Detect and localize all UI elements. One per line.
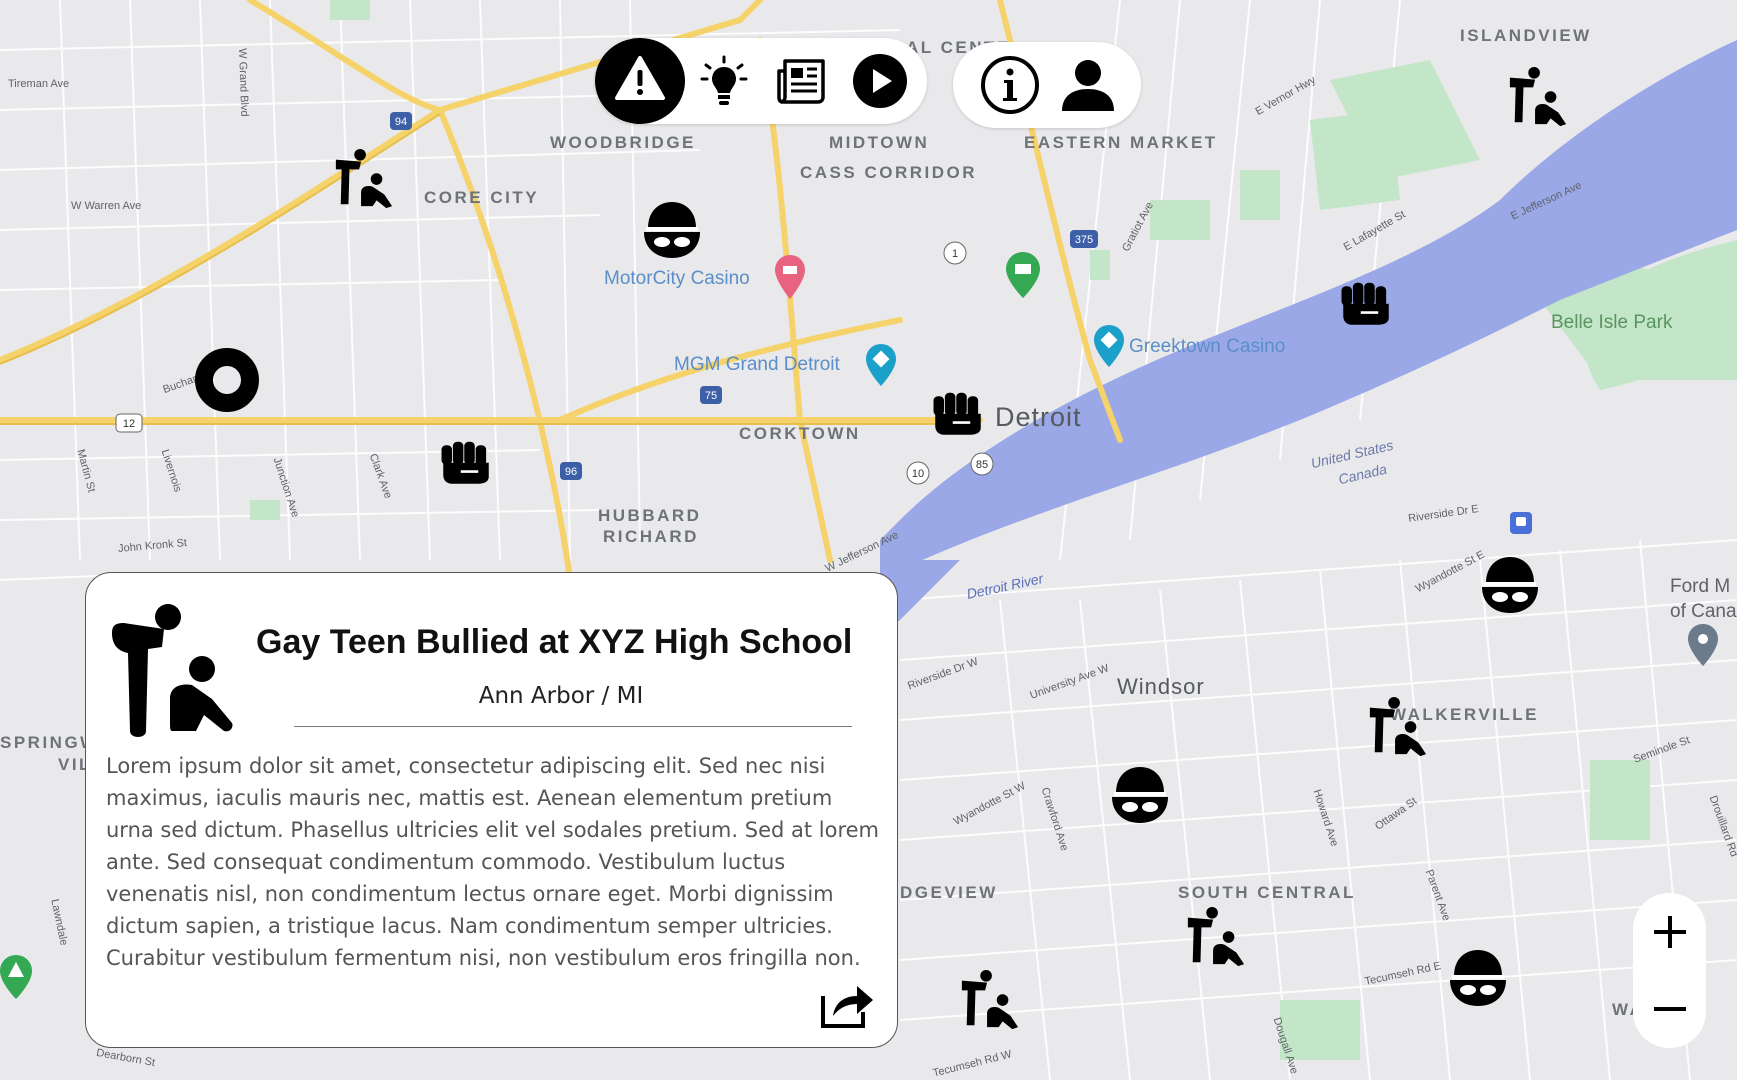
plus-icon [1653, 915, 1686, 948]
hotel-pin-icon[interactable] [775, 255, 805, 299]
ideas-button[interactable] [685, 42, 763, 120]
thief-icon[interactable] [640, 198, 704, 262]
fist-icon[interactable] [1338, 274, 1394, 330]
play-button[interactable] [841, 42, 919, 120]
place-pin-icon[interactable] [1688, 624, 1718, 666]
minus-icon [1653, 1007, 1686, 1012]
zoom-controls [1633, 893, 1706, 1048]
assault-icon[interactable] [1366, 696, 1428, 758]
svg-text:96: 96 [565, 466, 577, 478]
info-button[interactable] [971, 46, 1049, 124]
assault-icon[interactable] [332, 148, 394, 210]
play-icon [853, 54, 907, 108]
assault-icon[interactable] [1506, 66, 1568, 128]
incident-description: Lorem ipsum dolor sit amet, consectetur … [106, 754, 880, 970]
incident-card: Gay Teen Bullied at XYZ High School Ann … [85, 572, 898, 1048]
thief-icon[interactable] [1108, 763, 1172, 827]
share-icon[interactable] [819, 978, 875, 1030]
location-ring-icon[interactable] [195, 348, 259, 412]
profile-button[interactable] [1049, 46, 1127, 124]
alert-button[interactable] [595, 38, 685, 124]
news-button[interactable] [763, 42, 841, 120]
zoom-out-button[interactable] [1640, 979, 1700, 1039]
park-pin-icon[interactable] [0, 955, 32, 999]
svg-text:12: 12 [123, 418, 135, 430]
thief-icon[interactable] [1446, 946, 1510, 1010]
zoom-in-button[interactable] [1640, 902, 1700, 962]
fist-icon[interactable] [930, 384, 986, 440]
casino-pin-icon[interactable] [866, 344, 896, 386]
secondary-toolbar [953, 42, 1141, 128]
main-toolbar [595, 38, 927, 124]
svg-text:85: 85 [976, 459, 988, 471]
lightbulb-icon [700, 55, 748, 105]
svg-text:75: 75 [705, 390, 717, 402]
shield-94: 94 [395, 116, 407, 128]
user-icon [1062, 60, 1114, 111]
assault-icon[interactable] [958, 969, 1020, 1031]
svg-text:375: 375 [1075, 234, 1093, 246]
info-icon [981, 56, 1039, 114]
casino-pin-icon[interactable] [1094, 325, 1124, 367]
alert-icon [595, 38, 685, 124]
svg-text:10: 10 [912, 468, 924, 480]
fist-icon[interactable] [438, 433, 494, 489]
svg-text:1: 1 [952, 248, 958, 260]
park-pin-icon[interactable] [1006, 252, 1040, 298]
newspaper-icon [777, 59, 825, 104]
assault-icon[interactable] [1184, 906, 1246, 968]
assault-icon [112, 604, 233, 737]
transit-icon[interactable] [1510, 512, 1532, 534]
thief-icon[interactable] [1478, 553, 1542, 617]
divider [294, 726, 852, 727]
incident-title: Gay Teen Bullied at XYZ High School [256, 623, 853, 661]
incident-location: Ann Arbor / MI [478, 683, 644, 709]
